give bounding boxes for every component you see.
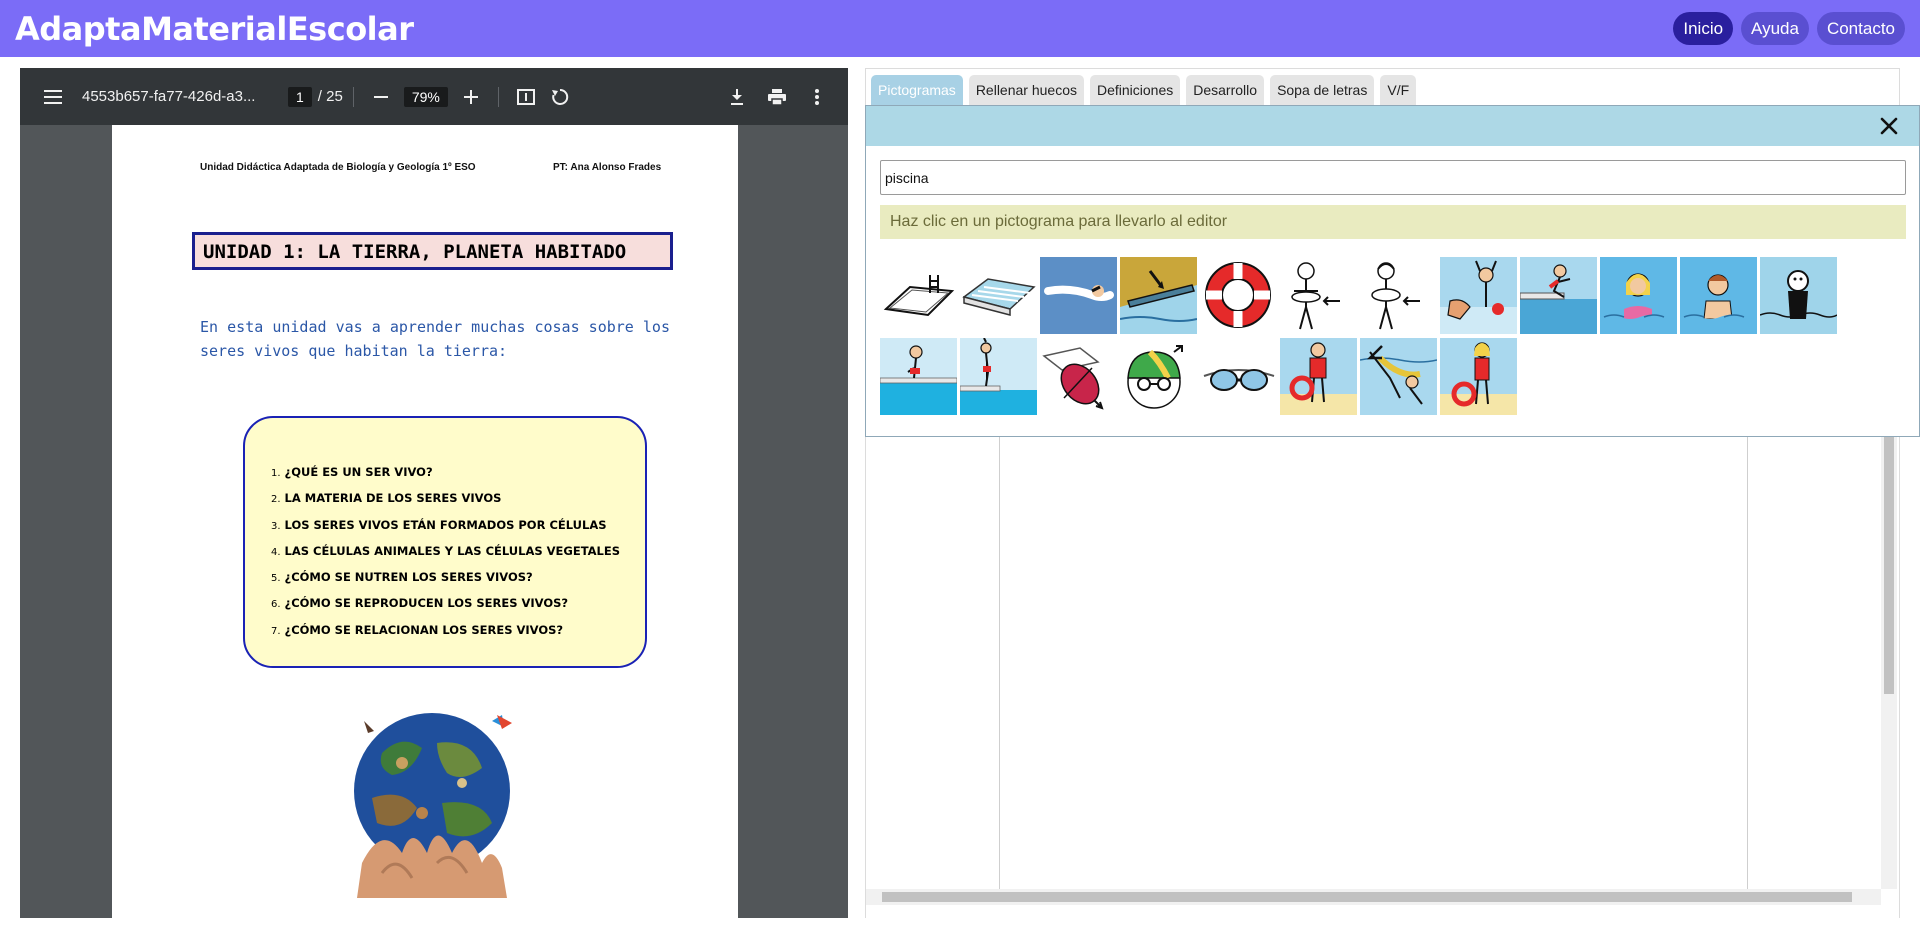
person-in-water-icon[interactable] (1760, 257, 1837, 334)
pictogram-search-input[interactable] (880, 160, 1906, 195)
boy-at-pool-edge-icon[interactable] (880, 338, 957, 415)
page-selector: 1 / 25 (288, 86, 343, 107)
diving-boy-icon[interactable] (960, 338, 1037, 415)
rotate-icon[interactable] (543, 80, 577, 114)
close-icon[interactable] (1877, 114, 1901, 138)
jumping-into-pool-icon[interactable] (1520, 257, 1597, 334)
swim-goggles-icon[interactable] (1200, 338, 1277, 415)
tab-sopa-de-letras[interactable]: Sopa de letras (1270, 75, 1375, 105)
top-navbar: AdaptaMaterialEscolar Inicio Ayuda Conta… (0, 0, 1920, 57)
index-item: 2. LA MATERIA DE LOS SERES VIVOS (271, 491, 502, 506)
child-with-float-icon[interactable] (1280, 257, 1357, 334)
editor-horizontal-scrollbar[interactable] (866, 889, 1881, 905)
page-total: / 25 (317, 88, 343, 105)
editor-document[interactable] (999, 434, 1748, 889)
download-icon[interactable] (720, 80, 754, 114)
toolbar-divider (497, 86, 499, 107)
pictogram-popup: Haz clic en un pictograma para llevarlo … (865, 105, 1920, 437)
zoom-in-icon[interactable] (454, 80, 488, 114)
fit-page-icon[interactable] (509, 80, 543, 114)
brand-logo[interactable]: AdaptaMaterialEscolar (15, 10, 414, 48)
kickboard-icon[interactable] (1040, 338, 1117, 415)
tab-pictogramas[interactable]: Pictogramas (871, 75, 963, 105)
index-item: 4. LAS CÉLULAS ANIMALES Y LAS CÉLULAS VEG… (271, 543, 621, 558)
popup-header (866, 106, 1919, 146)
tool-tabs: Pictogramas Rellenar huecos Definiciones… (871, 75, 1417, 105)
unit-title: UNIDAD 1: LA TIERRA, PLANETA HABITADO (192, 232, 673, 270)
pdf-toolbar: 4553b657-fa77-426d-a3... 1 / 25 79% (20, 68, 848, 125)
lifeguard-girl-icon[interactable] (1440, 338, 1517, 415)
editor-horizontal-scroll-thumb[interactable] (882, 892, 1852, 902)
swim-cap-icon[interactable] (1120, 338, 1197, 415)
toolbar-actions (720, 80, 848, 114)
girl-in-water-icon[interactable] (1600, 257, 1677, 334)
editor-area (866, 434, 1899, 919)
page-header-right: PT: Ana Alonso Frades (553, 162, 662, 173)
lifebuoy-icon[interactable] (1200, 257, 1277, 334)
lifeguard-rescue-icon[interactable] (1440, 257, 1517, 334)
tab-verdadero-falso[interactable]: V/F (1380, 75, 1417, 105)
pdf-viewer: 4553b657-fa77-426d-a3... 1 / 25 79% Unid… (20, 68, 848, 918)
zoom-out-icon[interactable] (364, 80, 398, 114)
underwater-rescue-icon[interactable] (1360, 338, 1437, 415)
pdf-file-name: 4553b657-fa77-426d-a3... (82, 88, 256, 105)
pool-lanes-icon[interactable] (960, 257, 1037, 334)
tab-definiciones[interactable]: Definiciones (1089, 75, 1181, 105)
page-number-input[interactable]: 1 (288, 86, 312, 107)
index-box: 1. ¿QUÉ ES UN SER VIVO? 2. LA MATERIA DE L… (243, 416, 647, 668)
earth-globe-image (342, 713, 522, 898)
tab-desarrollo[interactable]: Desarrollo (1186, 75, 1265, 105)
index-item: 3. LOS SERES VIVOS ETÁN FORMADOS POR CÉLU… (271, 517, 607, 532)
more-icon[interactable] (800, 80, 834, 114)
tab-rellenar-huecos[interactable]: Rellenar huecos (968, 75, 1084, 105)
boy-in-water-icon[interactable] (1680, 257, 1757, 334)
index-item: 5. ¿CÓMO SE NUTREN LOS SERES VIVOS? (271, 570, 533, 585)
pool-icon[interactable] (880, 257, 957, 334)
girl-with-float-icon[interactable] (1360, 257, 1437, 334)
nav-ayuda-button[interactable]: Ayuda (1741, 12, 1809, 45)
zoom-input[interactable]: 79% (403, 86, 448, 107)
pictogram-hint: Haz clic en un pictograma para llevarlo … (880, 205, 1906, 239)
pictogram-grid (880, 257, 1906, 415)
main-nav: Inicio Ayuda Contacto (1673, 12, 1905, 45)
lifeguard-boy-icon[interactable] (1280, 338, 1357, 415)
nav-inicio-button[interactable]: Inicio (1673, 12, 1734, 45)
index-item: 1. ¿QUÉ ES UN SER VIVO? (271, 465, 433, 479)
editor-vertical-scrollbar[interactable] (1881, 434, 1897, 889)
toolbar-divider (352, 86, 354, 107)
intro-text: En esta unidad vas a aprender muchas cos… (200, 318, 670, 360)
index-item: 6. ¿CÓMO SE REPRODUCEN LOS SERES VIVOS? (271, 596, 569, 611)
menu-icon[interactable] (36, 80, 70, 114)
print-icon[interactable] (760, 80, 794, 114)
diving-board-icon[interactable] (1120, 257, 1197, 334)
nav-contacto-button[interactable]: Contacto (1816, 12, 1905, 45)
pdf-page: Unidad Didáctica Adaptada de Biología y … (112, 125, 738, 918)
page-header-left: Unidad Didáctica Adaptada de Biología y … (200, 162, 476, 173)
editor-vertical-scroll-thumb[interactable] (1884, 434, 1894, 694)
swimmer-icon[interactable] (1040, 257, 1117, 334)
index-item: 7. ¿CÓMO SE RELACIONAN LOS SERES VIVOS? (271, 622, 564, 637)
